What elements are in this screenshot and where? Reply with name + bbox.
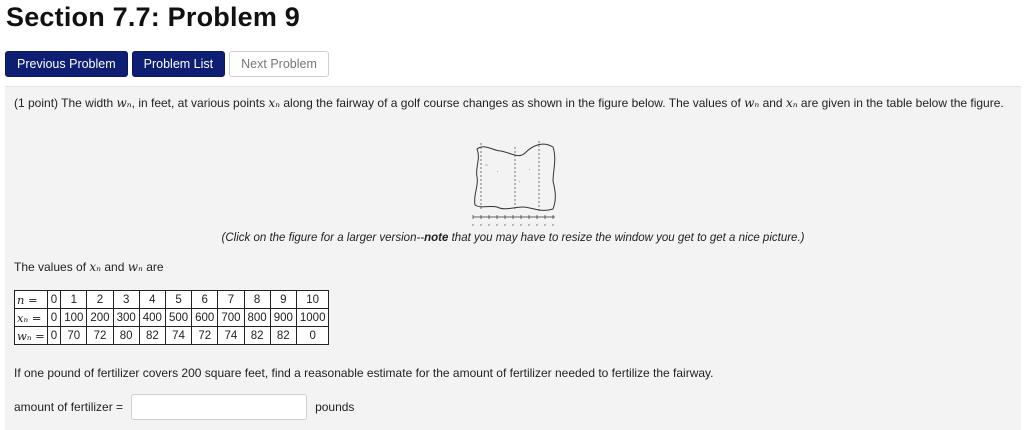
table-cell: 74: [217, 326, 245, 345]
answer-label: amount of fertilizer =: [14, 400, 124, 414]
problem-statement: (1 point) The width wₙ, in feet, at vari…: [14, 95, 1014, 112]
page-title: Section 7.7: Problem 9: [6, 2, 300, 32]
table-cell: 600: [191, 308, 219, 327]
table-cell: 100: [60, 308, 88, 327]
fairway-figure: ~ ʻ ʻ ʻ: [472, 141, 556, 226]
values-text-2: and: [101, 260, 128, 274]
table-cell: 0: [46, 308, 62, 327]
table-cell: 80: [112, 326, 140, 345]
table-cell: 700: [217, 308, 245, 327]
table-cell: 9: [269, 290, 297, 309]
table-row-w: wₙ = 0 70 72 80 82 74 72 74 82 82 0: [14, 326, 330, 345]
table-cell: 1: [60, 290, 88, 309]
row-label-n: n =: [14, 290, 48, 309]
intro-text-3: along the fairway of a golf course chang…: [280, 96, 745, 110]
intro-text-2: , in feet, at various points: [131, 96, 269, 110]
table-cell: 500: [164, 308, 193, 327]
table-cell: 10: [295, 290, 330, 309]
problem-panel: (1 point) The width wₙ, in feet, at vari…: [5, 86, 1021, 430]
next-problem-button[interactable]: Next Problem: [229, 51, 329, 77]
x-symbol: xₙ: [785, 96, 798, 110]
table-cell: 82: [269, 326, 297, 345]
fertilizer-answer-input[interactable]: [131, 394, 308, 420]
w-symbol: wₙ: [744, 96, 760, 110]
x-symbol: xₙ: [268, 96, 281, 110]
svg-text:ʻ: ʻ: [497, 170, 498, 177]
intro-text-4: and: [759, 96, 786, 110]
w-symbol: wₙ: [127, 260, 143, 274]
table-cell: 800: [243, 308, 271, 327]
svg-text:ʻ: ʻ: [529, 168, 530, 175]
svg-text:ʻ: ʻ: [519, 180, 520, 187]
table-cell: 400: [138, 308, 166, 327]
table-cell: 300: [112, 308, 140, 327]
table-cell: 8: [243, 290, 271, 309]
question-text: If one pound of fertilizer covers 200 sq…: [14, 366, 714, 380]
table-cell: 0: [46, 326, 62, 345]
problem-list-button[interactable]: Problem List: [131, 51, 226, 77]
table-cell: 74: [164, 326, 193, 345]
caption-text-1: (Click on the figure for a larger versio…: [221, 232, 425, 244]
table-cell: 4: [138, 290, 166, 309]
table-cell: 900: [269, 308, 297, 327]
values-text-3: are: [142, 260, 164, 274]
row-label-x: xₙ =: [14, 308, 48, 327]
figure-caption: (Click on the figure for a larger versio…: [5, 232, 1021, 244]
table-cell: 2: [86, 290, 114, 309]
table-cell: 6: [191, 290, 219, 309]
table-cell: 0: [295, 326, 330, 345]
intro-text-1: The width: [58, 96, 117, 110]
points: (1 point): [14, 96, 59, 110]
caption-text-2: that you may have to resize the window y…: [448, 232, 805, 244]
fairway-figure-link[interactable]: ~ ʻ ʻ ʻ: [467, 137, 561, 229]
svg-text:~: ~: [485, 163, 488, 169]
previous-problem-button[interactable]: Previous Problem: [5, 51, 128, 77]
answer-units: pounds: [315, 400, 355, 414]
table-row-x: xₙ = 0 100 200 300 400 500 600 700 800 9…: [14, 308, 330, 327]
answer-row: amount of fertilizer = pounds: [14, 394, 354, 420]
table-cell: 3: [112, 290, 140, 309]
table-cell: 1000: [295, 308, 330, 327]
caption-note: note: [424, 232, 449, 244]
table-cell: 7: [217, 290, 245, 309]
w-symbol: wₙ: [116, 96, 132, 110]
values-text-1: The values of: [14, 260, 90, 274]
table-cell: 72: [86, 326, 114, 345]
table-cell: 82: [243, 326, 271, 345]
x-symbol: xₙ: [89, 260, 102, 274]
problem-nav: Previous Problem Problem List Next Probl…: [5, 51, 329, 77]
values-label: The values of xₙ and wₙ are: [14, 260, 164, 274]
table-row-n: n = 0 1 2 3 4 5 6 7 8 9 10: [14, 290, 330, 309]
table-cell: 72: [191, 326, 219, 345]
table-cell: 70: [60, 326, 88, 345]
values-table: n = 0 1 2 3 4 5 6 7 8 9 10 xₙ = 0 100 20…: [14, 290, 330, 345]
table-cell: 82: [138, 326, 166, 345]
intro-text-5: are given in the table below the figure.: [797, 96, 1004, 110]
table-cell: 0: [46, 290, 62, 309]
row-label-w: wₙ =: [14, 326, 48, 345]
table-cell: 5: [164, 290, 193, 309]
table-cell: 200: [86, 308, 114, 327]
